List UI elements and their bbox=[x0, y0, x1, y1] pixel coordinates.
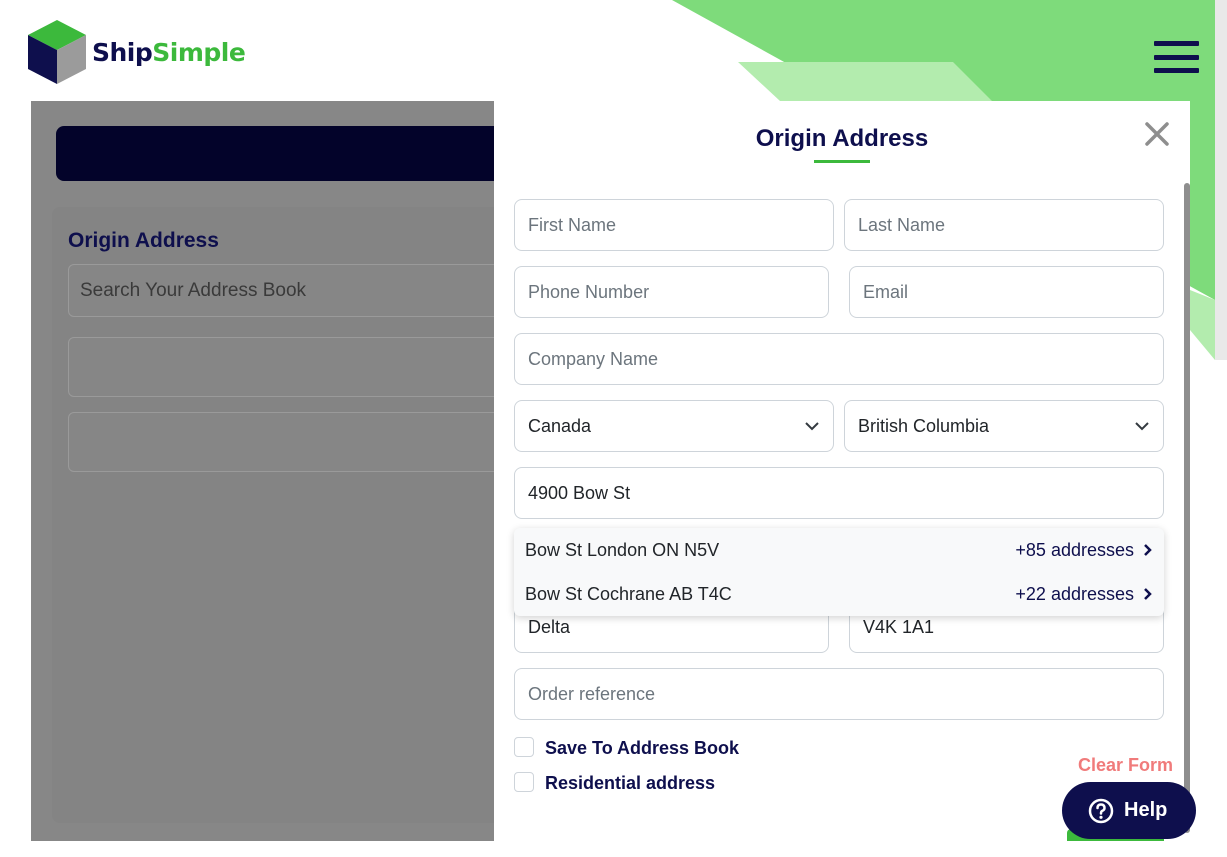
clear-form-button[interactable]: Clear Form bbox=[1078, 755, 1173, 776]
province-value: British Columbia bbox=[858, 415, 990, 436]
address-suggestions: Bow St London ON N5V +85 addresses Bow S… bbox=[514, 528, 1164, 616]
chevron-down-icon bbox=[1135, 421, 1149, 430]
background-address-search: Search Your Address Book bbox=[68, 264, 508, 317]
brand-name: ShipSimple bbox=[92, 37, 246, 67]
shipsimple-logo[interactable]: ShipSimple bbox=[28, 20, 246, 84]
email-field[interactable]: Email bbox=[849, 266, 1164, 318]
suggestion-count-text: +22 addresses bbox=[1015, 583, 1134, 604]
suggestion-count-text: +85 addresses bbox=[1015, 539, 1134, 560]
chevron-right-icon bbox=[1144, 588, 1152, 600]
suggestion-item[interactable]: Bow St Cochrane AB T4C +22 addresses bbox=[514, 572, 1164, 616]
question-circle-icon bbox=[1088, 798, 1114, 823]
street-address-field[interactable]: 4900 Bow St bbox=[514, 467, 1164, 519]
country-select[interactable]: Canada bbox=[514, 400, 834, 452]
last-name-field[interactable]: Last Name bbox=[844, 199, 1164, 251]
country-value: Canada bbox=[528, 415, 592, 436]
modal-scrollbar[interactable] bbox=[1184, 183, 1190, 833]
origin-address-modal: Origin Address First Name Last Name Phon… bbox=[494, 101, 1190, 841]
chevron-right-icon bbox=[1144, 544, 1152, 556]
company-name-field[interactable]: Company Name bbox=[514, 333, 1164, 385]
suggestion-item[interactable]: Bow St London ON N5V +85 addresses bbox=[514, 528, 1164, 572]
help-label: Help bbox=[1124, 799, 1168, 821]
background-banner bbox=[56, 126, 516, 181]
suggestion-count: +85 addresses bbox=[1015, 540, 1152, 561]
cube-logo-icon bbox=[28, 20, 86, 84]
residential-address-label[interactable]: Residential address bbox=[545, 773, 715, 794]
suggestion-label: Bow St Cochrane AB T4C bbox=[525, 583, 732, 604]
close-icon[interactable] bbox=[1142, 119, 1172, 149]
menu-icon[interactable] bbox=[1154, 41, 1199, 73]
residential-address-checkbox[interactable] bbox=[514, 772, 534, 792]
background-field bbox=[68, 412, 508, 472]
save-to-address-book-checkbox[interactable] bbox=[514, 737, 534, 757]
phone-number-field[interactable]: Phone Number bbox=[514, 266, 829, 318]
suggestion-label: Bow St London ON N5V bbox=[525, 539, 720, 560]
save-to-address-book-label[interactable]: Save To Address Book bbox=[545, 738, 739, 759]
brand-name-simple: Simple bbox=[152, 37, 246, 67]
brand-name-ship: Ship bbox=[92, 37, 153, 67]
background-field bbox=[68, 337, 508, 397]
chevron-down-icon bbox=[805, 421, 819, 430]
order-reference-field[interactable]: Order reference bbox=[514, 668, 1164, 720]
background-section-title: Origin Address bbox=[68, 229, 219, 252]
help-button[interactable]: Help bbox=[1062, 782, 1196, 839]
suggestion-count: +22 addresses bbox=[1015, 584, 1152, 605]
modal-title: Origin Address bbox=[755, 125, 929, 152]
first-name-field[interactable]: First Name bbox=[514, 199, 834, 251]
title-underline bbox=[814, 160, 870, 163]
province-select[interactable]: British Columbia bbox=[844, 400, 1164, 452]
